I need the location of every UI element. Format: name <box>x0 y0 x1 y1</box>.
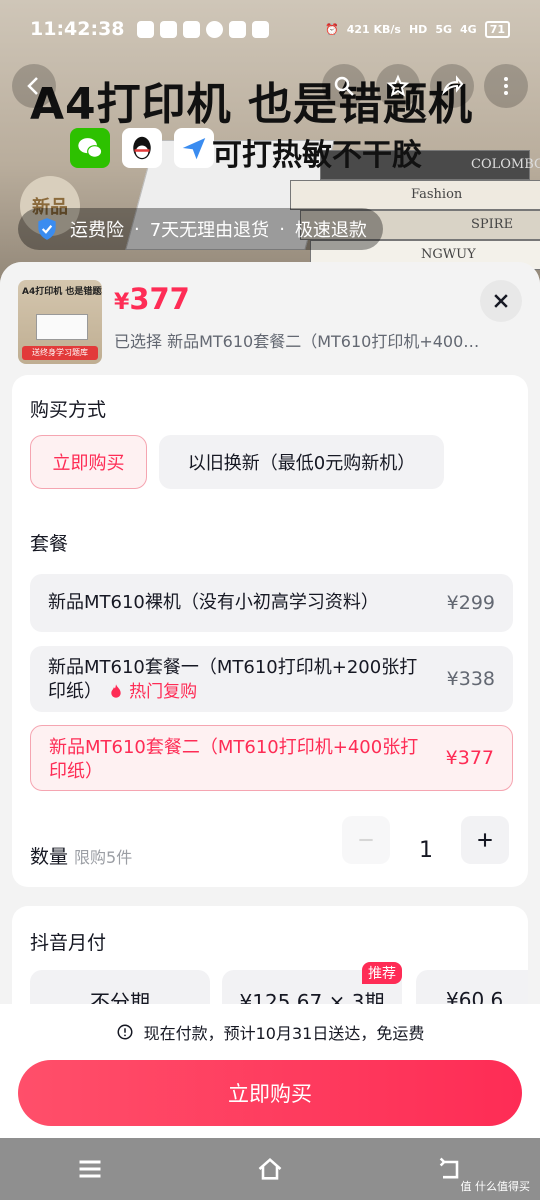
price-currency: ¥ <box>114 290 130 315</box>
alarm-clock-icon: ⏰ <box>325 22 339 36</box>
info-icon <box>117 1024 133 1040</box>
watermark: 值 什么值得买 <box>460 1180 531 1193</box>
hot-tag-label: 热门复购 <box>129 682 198 702</box>
battery-icon: 71 <box>484 20 510 38</box>
guarantee-item: 7天无理由退货 <box>149 220 270 241</box>
quantity-label: 数量 <box>30 846 69 868</box>
hd-icon: HD <box>408 22 428 36</box>
quantity-limit: 限购5件 <box>74 848 133 867</box>
signal-4g: 4G <box>460 22 477 36</box>
book: Fashion <box>290 180 540 210</box>
share-button[interactable] <box>430 64 474 108</box>
purchase-option-buy-now[interactable]: 立即购买 <box>30 435 147 489</box>
purchase-method-title: 购买方式 <box>30 399 107 421</box>
system-navigation-bar: 值 什么值得买 <box>0 1138 540 1200</box>
alarm-icon <box>205 20 223 38</box>
quantity-increase-button[interactable] <box>461 816 509 864</box>
qq-icon <box>122 128 162 168</box>
option-label: 立即购买 <box>52 453 125 474</box>
close-icon <box>494 294 508 308</box>
package-price: ¥299 <box>446 592 495 614</box>
close-button[interactable] <box>480 280 522 322</box>
separator-dot: · <box>134 218 140 240</box>
buy-now-label: 立即购买 <box>228 1082 312 1106</box>
more-button[interactable] <box>484 64 528 108</box>
status-bar: 11:42:38 ⏰ 421 KB/s HD 5G 4G 71 <box>0 0 540 58</box>
book-title: NGWUY <box>421 247 476 262</box>
selected-price: ¥377 <box>114 282 190 316</box>
quantity-decrease-button[interactable] <box>342 816 390 864</box>
book-title: Fashion <box>411 187 463 202</box>
option-label: 以旧换新（最低0元购新机） <box>187 453 416 474</box>
shield-check-icon <box>38 218 56 240</box>
package-name: 新品MT610套餐一（MT610打印机+200张打印纸） 热门复购 <box>48 656 424 704</box>
status-right-group: ⏰ 421 KB/s HD 5G 4G 71 <box>325 20 510 38</box>
signal-5g: 5G <box>435 22 452 36</box>
separator-dot: · <box>279 218 285 240</box>
hot-tag: 热门复购 <box>108 682 197 702</box>
hero-app-icons <box>70 128 214 168</box>
package-name: 新品MT610套餐二（MT610打印机+400张打印纸） <box>49 737 419 782</box>
installment-title: 抖音月付 <box>30 932 107 954</box>
delivery-notice: 现在付款，预计10月31日送达，免运费 <box>0 1020 540 1044</box>
book-title: COLOMBO <box>471 157 540 172</box>
quantity-value: 1 <box>419 838 433 863</box>
feishu-icon <box>174 128 214 168</box>
options-card: 购买方式 立即购买 以旧换新（最低0元购新机） 套餐 新品MT610裸机（没有小… <box>12 375 528 887</box>
flame-icon <box>111 684 121 698</box>
wechat-icon <box>70 128 110 168</box>
minus-icon <box>359 838 373 842</box>
notification-app-icon <box>159 20 177 38</box>
package-option[interactable]: 新品MT610裸机（没有小初高学习资料） ¥299 <box>30 574 513 632</box>
net-speed: 421 KB/s <box>346 22 401 36</box>
buy-now-button[interactable]: 立即购买 <box>18 1060 522 1126</box>
service-guarantee-bar[interactable]: 运费险 · 7天无理由退货 · 极速退款 <box>18 208 383 250</box>
chevron-left-icon <box>27 77 38 95</box>
notification-app-icon <box>228 20 246 38</box>
guarantee-item: 极速退款 <box>294 220 367 241</box>
package-name: 新品MT610裸机（没有小初高学习资料） <box>48 592 379 613</box>
hero-subtitle: 可打热敏不干胶 <box>212 138 422 173</box>
favorite-button[interactable] <box>376 64 420 108</box>
notification-app-icon <box>182 20 200 38</box>
back-button[interactable] <box>12 64 56 108</box>
package-option[interactable]: 新品MT610套餐一（MT610打印机+200张打印纸） 热门复购 ¥338 <box>30 646 513 712</box>
package-price: ¥377 <box>445 747 494 769</box>
purchase-option-trade-in[interactable]: 以旧换新（最低0元购新机） <box>159 435 444 489</box>
thumb-ribbon: 送终身学习题库 <box>22 346 98 360</box>
quantity-row-label: 数量 限购5件 <box>30 842 132 869</box>
menu-icon[interactable] <box>76 1155 104 1183</box>
package-option-selected[interactable]: 新品MT610套餐二（MT610打印机+400张打印纸） ¥377 <box>30 725 513 791</box>
star-icon <box>386 74 410 97</box>
search-button[interactable] <box>322 64 366 108</box>
share-icon <box>441 75 464 96</box>
guarantee-item: 运费险 <box>70 220 124 241</box>
delivery-notice-text: 现在付款，预计10月31日送达，免运费 <box>143 1024 425 1043</box>
notification-app-icon <box>251 20 269 38</box>
status-time: 11:42:38 <box>30 18 125 40</box>
notification-app-icon <box>136 20 154 38</box>
book-title: SPIRE <box>471 217 514 232</box>
sheet-header: A4打印机 也是错题机 送终身学习题库 ¥377 已选择 新品MT610套餐二（… <box>0 262 540 376</box>
home-icon[interactable] <box>256 1155 284 1183</box>
package-title: 套餐 <box>30 533 69 555</box>
price-value: 377 <box>129 282 190 316</box>
thumb-printer-shape <box>36 314 88 340</box>
recommend-badge: 推荐 <box>362 962 402 984</box>
product-thumbnail[interactable]: A4打印机 也是错题机 送终身学习题库 <box>18 280 102 364</box>
package-name-text: 新品MT610套餐一（MT610打印机+200张打印纸） <box>48 657 418 702</box>
package-price: ¥338 <box>446 668 495 690</box>
search-icon <box>334 76 354 96</box>
selected-sku-text: 已选择 新品MT610套餐二（MT610打印机+400… <box>114 332 480 351</box>
plus-icon <box>478 833 492 847</box>
bottom-action-bar: 现在付款，预计10月31日送达，免运费 立即购买 <box>0 1004 540 1138</box>
more-dots-icon <box>504 77 508 95</box>
status-notification-icons <box>136 20 269 38</box>
thumb-title: A4打印机 也是错题机 <box>22 287 102 297</box>
